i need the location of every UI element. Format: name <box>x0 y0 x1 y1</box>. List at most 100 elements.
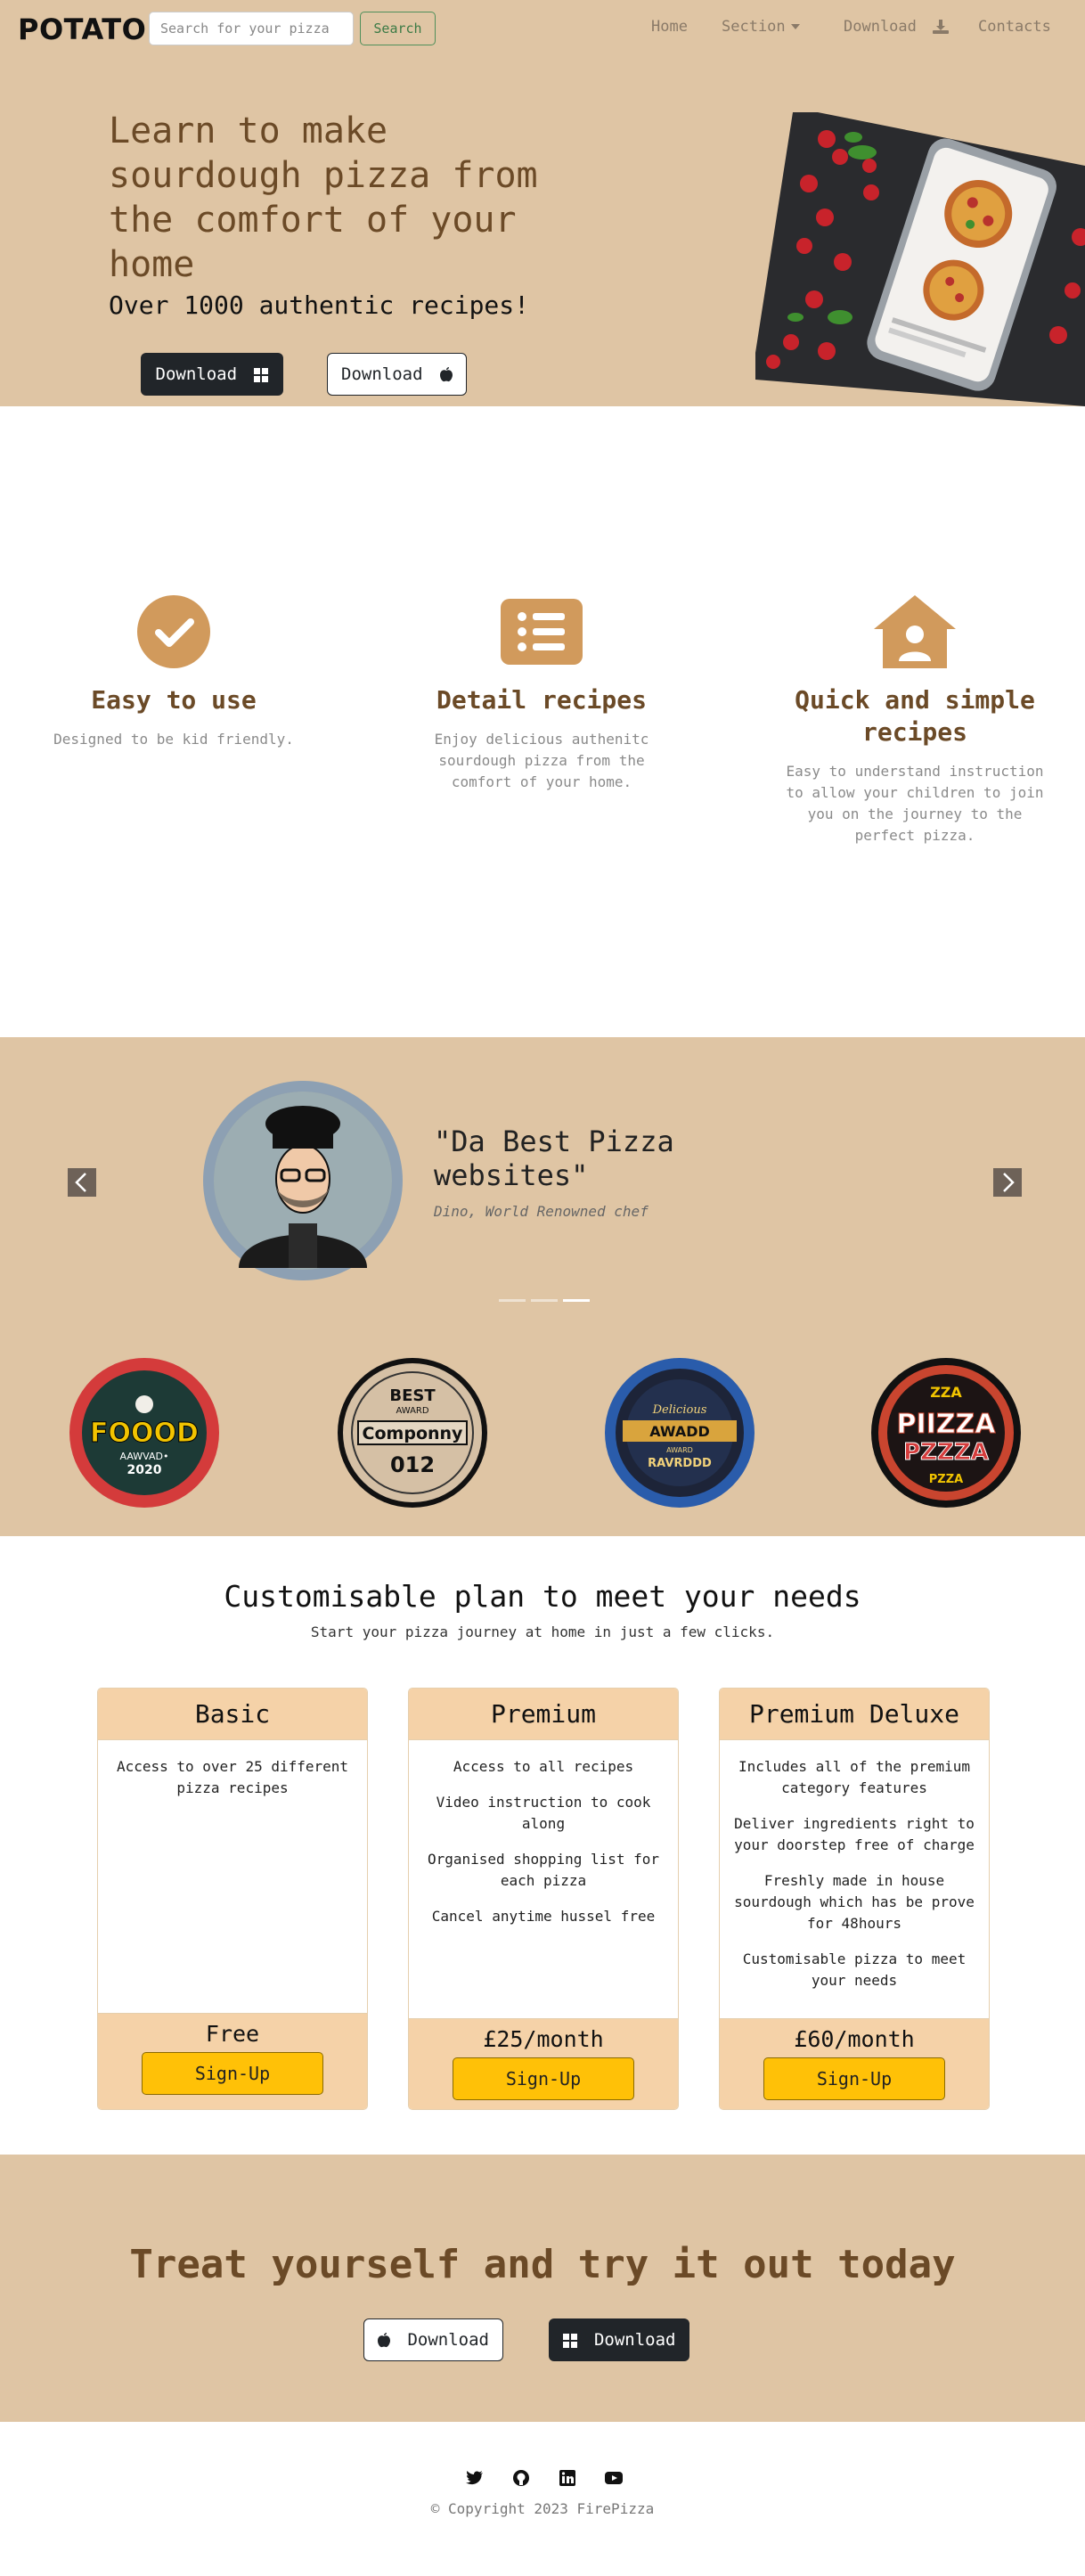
feature-title: Quick and simple recipes <box>795 685 1035 747</box>
badge-text: AWARD <box>396 1406 428 1416</box>
badge-text: PIIZZA <box>896 1409 996 1440</box>
feature-description: Designed to be kid friendly. <box>53 731 294 748</box>
nav-download-link[interactable]: Download <box>844 18 950 36</box>
carousel-indicator-1[interactable] <box>499 1299 526 1302</box>
pizza-app-phone-image <box>755 112 1085 406</box>
badge-text: ZZA <box>930 1384 962 1401</box>
plan-card-basic: Basic Access to over 25 different pizza … <box>97 1688 368 2110</box>
testimonial-quote: "Da Best Pizza websites" <box>434 1124 674 1192</box>
plan-feature: Includes all of the premium category fea… <box>738 1758 971 1796</box>
hero-download-windows-button[interactable]: Download <box>141 353 283 396</box>
feature-easy-to-use: Easy to use Designed to be kid friendly. <box>40 595 307 750</box>
plan-price: £60/month <box>794 2026 915 2052</box>
pricing-subtitle: Start your pizza journey at home in just… <box>310 1623 775 1640</box>
delicious-award-badge: Delicious AWADD AWARD RAVRDDD <box>605 1358 755 1508</box>
nav-section-dropdown[interactable]: Section <box>722 18 800 36</box>
hero-download-apple-button[interactable]: Download <box>327 353 467 396</box>
button-label: Download <box>407 2330 489 2350</box>
plan-feature: Organised shopping list for each pizza <box>427 1851 660 1889</box>
brand-logo[interactable]: POTATO <box>18 12 146 46</box>
github-icon[interactable] <box>511 2468 531 2488</box>
plan-features: Includes all of the premium category fea… <box>720 1740 989 1991</box>
feature-description: Enjoy delicious authenitc sourdough pizz… <box>434 731 649 790</box>
badge-text: AAWVAD• <box>120 1451 169 1462</box>
cta-download-apple-button[interactable]: Download <box>363 2318 503 2361</box>
testimonial-author: Dino, World Renowned chef <box>434 1203 649 1220</box>
navbar: POTATO Search Home Section Download Cont… <box>0 0 1085 57</box>
plan-feature: Cancel anytime hussel free <box>431 1908 656 1925</box>
carousel-indicator-2[interactable] <box>531 1299 558 1302</box>
plan-feature: Access to over 25 different pizza recipe… <box>116 1758 349 1796</box>
badge-text: 2020 <box>127 1463 162 1477</box>
cta-download-windows-button[interactable]: Download <box>549 2318 689 2361</box>
youtube-icon[interactable] <box>604 2468 624 2488</box>
carousel-next-button[interactable] <box>993 1168 1022 1197</box>
plan-feature: Customisable pizza to meet your needs <box>742 1950 967 1989</box>
badge-text: Delicious <box>652 1403 707 1417</box>
plan-card-premium: Premium Access to all recipes Video inst… <box>408 1688 679 2110</box>
button-label: Download <box>155 364 238 384</box>
plan-features: Access to all recipes Video instruction … <box>409 1740 678 1927</box>
carousel-prev-button[interactable] <box>68 1168 96 1197</box>
search-button[interactable]: Search <box>360 12 436 45</box>
twitter-icon[interactable] <box>465 2468 485 2488</box>
plan-feature: Deliver ingredients right to your doorst… <box>734 1815 975 1853</box>
cta-title: Treat yourself and try it out today <box>129 2242 956 2287</box>
apple-icon <box>439 367 453 382</box>
signup-button[interactable]: Sign-Up <box>763 2057 945 2100</box>
nav-download-label: Download <box>844 18 917 36</box>
feature-title: Easy to use <box>91 685 257 715</box>
feature-quick-simple: Quick and simple recipes Easy to underst… <box>781 595 1048 846</box>
plan-name: Premium Deluxe <box>720 1689 989 1740</box>
chevron-right-icon <box>1003 1173 1015 1192</box>
chevron-down-icon <box>790 24 800 29</box>
badge-text: PZZZA <box>903 1439 989 1466</box>
windows-icon <box>254 367 269 382</box>
feature-description: Easy to understand instruction to allow … <box>786 763 1044 844</box>
carousel-indicator-3[interactable] <box>563 1299 590 1302</box>
copyright-text: © Copyright 2023 FirePizza <box>430 2500 655 2517</box>
badge-text: BEST <box>389 1386 436 1405</box>
plan-feature: Video instruction to cook along <box>436 1794 651 1832</box>
hero-subtitle: Over 1000 authentic recipes! <box>109 290 530 320</box>
food-award-badge: FOOOD AAWVAD• 2020 <box>69 1358 219 1508</box>
signup-button[interactable]: Sign-Up <box>453 2057 634 2100</box>
cta-section <box>0 2155 1085 2422</box>
nav-contacts-link[interactable]: Contacts <box>978 18 1051 36</box>
nav-section-label: Section <box>722 18 786 36</box>
check-circle-icon <box>137 595 210 668</box>
search-input[interactable] <box>149 12 354 45</box>
plan-footer: £60/month Sign-Up <box>720 2018 989 2109</box>
house-user-icon <box>874 595 956 668</box>
windows-icon <box>562 2333 577 2348</box>
pricing-title: Customisable plan to meet your needs <box>224 1579 861 1614</box>
signup-button[interactable]: Sign-Up <box>142 2052 323 2095</box>
plan-footer: £25/month Sign-Up <box>409 2018 678 2109</box>
plan-name: Premium <box>409 1689 678 1740</box>
plan-feature: Freshly made in house sourdough which ha… <box>734 1872 975 1932</box>
plan-card-premium-deluxe: Premium Deluxe Includes all of the premi… <box>719 1688 990 2110</box>
pizza-award-badge: ZZA PIIZZA PZZZA PZZA <box>871 1358 1021 1508</box>
plan-price: £25/month <box>483 2026 604 2052</box>
feature-title: Detail recipes <box>436 685 647 715</box>
linkedin-icon[interactable] <box>558 2468 577 2488</box>
nav-home-link[interactable]: Home <box>651 18 688 36</box>
best-company-badge: BEST AWARD Componny 012 <box>338 1358 487 1508</box>
hero-section: Learn to make sourdough pizza from the c… <box>0 57 1085 406</box>
plan-price: Free <box>205 2021 260 2047</box>
button-label: Download <box>341 364 423 384</box>
apple-icon <box>378 2333 391 2348</box>
badge-text: Componny <box>363 1424 464 1443</box>
download-icon <box>933 20 950 34</box>
plan-name: Basic <box>98 1689 367 1740</box>
plan-footer: Free Sign-Up <box>98 2013 367 2109</box>
badge-text: AWARD <box>666 1446 693 1454</box>
badge-text: PZZA <box>929 1473 963 1486</box>
badge-text: AWADD <box>649 1423 710 1440</box>
chef-avatar <box>203 1081 403 1280</box>
badge-text: RAVRDDD <box>648 1457 712 1470</box>
badge-text: FOOOD <box>90 1418 199 1449</box>
button-label: Download <box>593 2330 676 2350</box>
hero-title: Learn to make sourdough pizza from the c… <box>109 110 538 285</box>
feature-detail-recipes: Detail recipes Enjoy delicious authenitc… <box>408 595 675 793</box>
